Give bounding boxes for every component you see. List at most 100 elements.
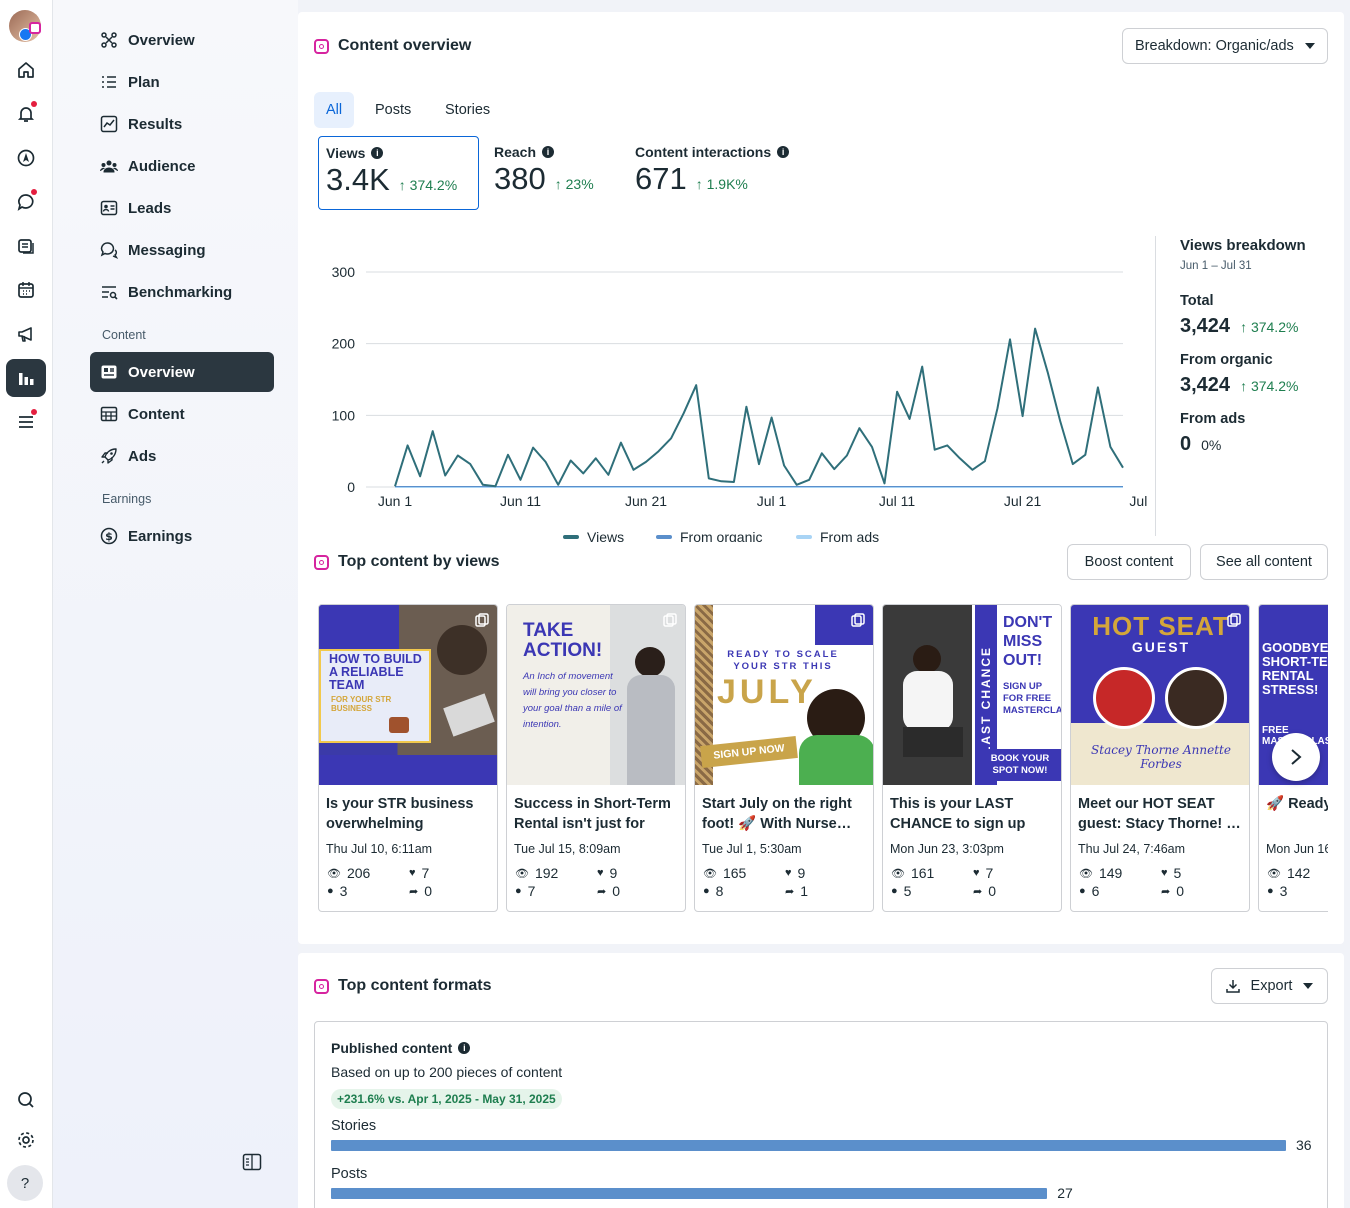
x-tick-label: Jul 21 — [1004, 493, 1042, 509]
content-tile[interactable]: TAKE ACTION! An Inch of movement will br… — [506, 604, 686, 912]
heart-icon: ♥ — [785, 867, 792, 879]
info-icon[interactable]: i — [777, 146, 790, 158]
sidebar-item-messaging[interactable]: Messaging — [90, 230, 274, 270]
post-date: Tue Jul 1, 5:30am — [702, 842, 802, 856]
section-label-content: Content — [102, 328, 146, 342]
views-breakdown-dates: Jun 1 – Jul 31 — [1180, 260, 1252, 272]
post-date: Thu Jul 24, 7:46am — [1078, 842, 1186, 856]
menu-icon[interactable] — [6, 403, 46, 441]
megaphone-icon[interactable] — [6, 315, 46, 353]
shares-count: 0 — [424, 883, 433, 899]
metric-content-interactions[interactable]: Content interactions i 671 ↑ 1.9K% — [628, 136, 808, 210]
collapse-sidebar-icon[interactable] — [242, 1152, 262, 1172]
likes-count: 5 — [1173, 865, 1182, 881]
post-stats: 👁 142 ● 3 — [1259, 856, 1328, 899]
organic-label: From organic — [1180, 352, 1273, 368]
tab-posts[interactable]: Posts — [363, 92, 423, 128]
heart-icon: ♥ — [973, 867, 980, 879]
sidebar-item-leads[interactable]: Leads — [90, 188, 274, 228]
people-icon — [100, 160, 118, 173]
post-stats: 👁 161 ♥ 7 ● 5 ➦ 0 — [883, 856, 1061, 899]
tab-all[interactable]: All — [314, 92, 355, 128]
carousel-next-button[interactable] — [1272, 733, 1320, 781]
post-thumbnail: READY TO SCALE YOUR STR THIS JULY SIGN U… — [695, 605, 873, 785]
info-icon[interactable]: i — [458, 1042, 471, 1054]
content-tile[interactable]: LAST CHANCE DON'T MISS OUT! SIGN UP FOR … — [882, 604, 1062, 912]
sidebar-item-label: Messaging — [128, 241, 206, 259]
views-breakdown-title: Views breakdown — [1180, 237, 1306, 254]
sidebar-item-results[interactable]: Results — [90, 104, 274, 144]
content-tile[interactable]: HOT SEAT GUEST Stacey Thorne Annette For… — [1070, 604, 1250, 912]
views-count: 161 — [910, 865, 935, 881]
sidebar-item-benchmarking[interactable]: Benchmarking — [90, 272, 274, 312]
overview-icon — [101, 32, 117, 48]
y-tick-label: 0 — [347, 479, 355, 495]
thumb-text: HOW TO BUILD A RELIABLE TEAM — [329, 652, 422, 692]
chat-icon[interactable] — [6, 183, 46, 221]
post-caption: 🚀 Ready Short-Te — [1266, 796, 1328, 812]
sidebar-item-plan[interactable]: Plan — [90, 62, 274, 102]
svg-text:$: $ — [105, 530, 113, 543]
rocket-icon — [101, 448, 117, 464]
sidebar-item-audience[interactable]: Audience — [90, 146, 274, 186]
legend-label: From organic — [680, 529, 762, 542]
instagram-icon — [314, 978, 329, 994]
thumb-extra: Stacey Thorne Annette Forbes — [1091, 743, 1231, 771]
comment-icon: ● — [703, 885, 710, 897]
total-label: Total — [1180, 293, 1214, 309]
sidebar-item-earnings[interactable]: $ Earnings — [90, 516, 274, 556]
comment-icon: ● — [327, 885, 334, 897]
share-icon: ➦ — [973, 885, 983, 898]
ads-value: 0 — [1180, 433, 1192, 455]
post-thumbnail: HOW TO BUILD A RELIABLE TEAM FOR YOUR ST… — [319, 605, 497, 785]
metric-value: 380 — [494, 161, 546, 196]
home-icon[interactable] — [6, 51, 46, 89]
breakdown-dropdown-label: Breakdown: Organic/ads — [1135, 38, 1294, 54]
sidebar-item-content-overview[interactable]: Overview — [90, 352, 274, 392]
share-icon: ➦ — [409, 885, 419, 898]
sidebar-item-overview[interactable]: Overview — [90, 20, 274, 60]
legend-label: Views — [587, 529, 624, 542]
calendar-icon[interactable] — [6, 271, 46, 309]
sidebar-item-ads[interactable]: Ads — [90, 436, 274, 476]
likes-count: 9 — [797, 865, 806, 881]
see-all-content-button[interactable]: See all content — [1200, 544, 1328, 580]
gear-icon[interactable] — [6, 1121, 46, 1159]
insights-icon[interactable] — [6, 359, 46, 397]
metric-views[interactable]: Views i 3.4K ↑ 374.2% — [318, 136, 479, 210]
post-caption: Is your STR business overwhelming becaus… — [326, 796, 474, 832]
comparison-badge: +231.6% vs. Apr 1, 2025 - May 31, 2025 — [331, 1089, 562, 1109]
views-count: 165 — [722, 865, 747, 881]
post-stats: 👁 206 ♥ 7 ● 3 ➦ 0 — [319, 856, 497, 899]
search-icon[interactable] — [6, 1081, 46, 1119]
x-tick-label: Jul 31 — [1129, 493, 1148, 509]
comments-count: 6 — [1091, 883, 1100, 899]
export-button[interactable]: Export — [1211, 968, 1328, 1004]
metric-reach[interactable]: Reach i 380 ↑ 23% — [487, 136, 617, 210]
bell-icon[interactable] — [6, 95, 46, 133]
y-tick-label: 300 — [332, 264, 356, 280]
heart-icon: ♥ — [597, 867, 604, 879]
info-icon[interactable]: i — [542, 146, 555, 158]
likes-count: 7 — [985, 865, 994, 881]
legend-swatch — [563, 535, 579, 539]
sidebar-item-content[interactable]: Content — [90, 394, 274, 434]
compass-icon[interactable] — [6, 139, 46, 177]
breakdown-dropdown[interactable]: Breakdown: Organic/ads — [1122, 28, 1328, 64]
boost-content-button[interactable]: Boost content — [1067, 544, 1191, 580]
comments-count: 3 — [1279, 883, 1288, 899]
avatar[interactable] — [9, 10, 41, 42]
post-date: Mon Jun 16 — [1266, 842, 1328, 856]
post-date: Tue Jul 15, 8:09am — [514, 842, 621, 856]
carousel-icon — [663, 613, 677, 627]
published-content-panel: Published content i Based on up to 200 pi… — [314, 1021, 1328, 1208]
organic-value: 3,424 — [1180, 374, 1231, 396]
posts-icon[interactable] — [6, 227, 46, 265]
content-tile[interactable]: READY TO SCALE YOUR STR THIS JULY SIGN U… — [694, 604, 874, 912]
content-tile[interactable]: HOW TO BUILD A RELIABLE TEAM FOR YOUR ST… — [318, 604, 498, 912]
thumb-text: HOT SEAT — [1092, 611, 1230, 641]
tab-stories[interactable]: Stories — [433, 92, 502, 128]
help-icon[interactable]: ? — [7, 1165, 43, 1201]
info-icon[interactable]: i — [371, 147, 384, 159]
shares-count: 1 — [800, 883, 809, 899]
